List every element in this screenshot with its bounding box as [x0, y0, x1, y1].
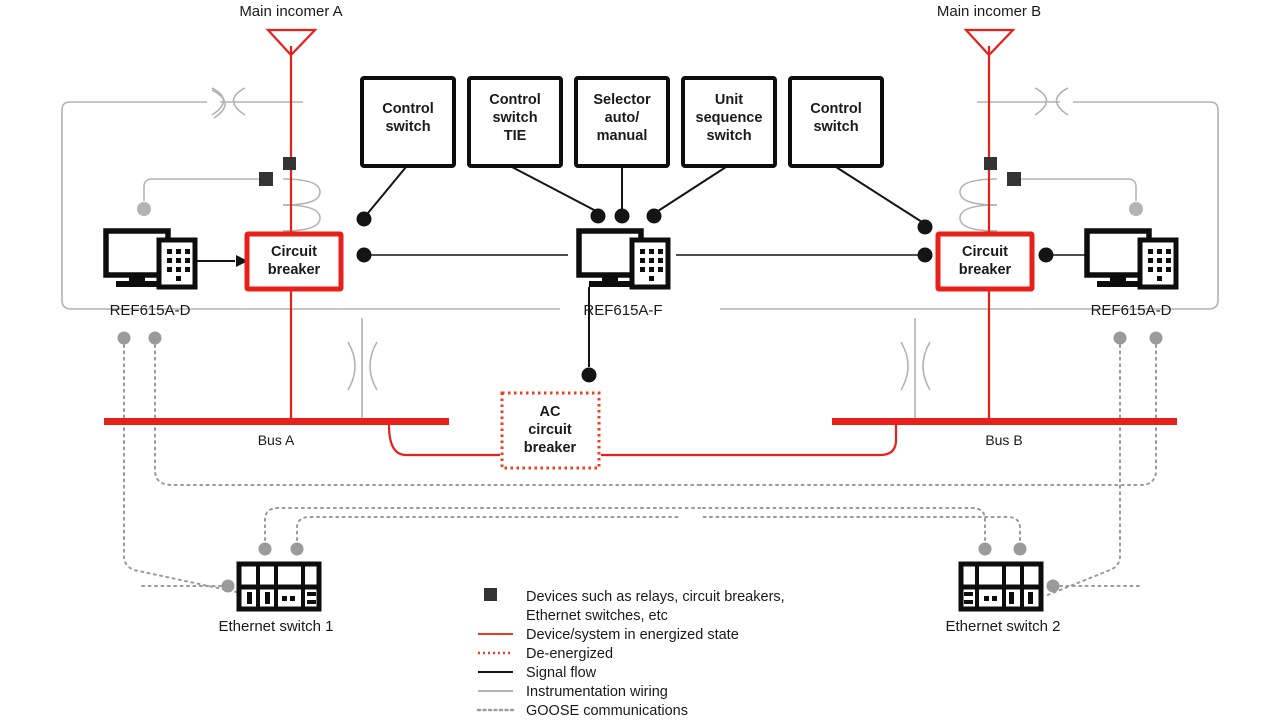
legend-item-text: Ethernet switches, etc — [526, 608, 668, 624]
ied-right[interactable]: REF615A-D — [1084, 228, 1179, 319]
switch-box-label-line: TIE — [504, 128, 527, 144]
relay-panel-icon — [1137, 237, 1179, 290]
ac-breaker-label-line: circuit — [528, 422, 572, 438]
goose-terminal-dot — [148, 331, 162, 345]
goose-communications — [117, 331, 1163, 597]
ac-circuit-breaker[interactable]: AC circuit breaker — [500, 391, 601, 470]
bus-b-bar — [832, 418, 1177, 425]
switch-box-control-switch-a[interactable]: Control switch — [360, 76, 456, 168]
signal-node-dot — [590, 208, 606, 224]
goose-terminal-dot — [1149, 331, 1163, 345]
bus-b-label: Bus B — [985, 432, 1022, 448]
switch-box-label-line: switch — [385, 119, 430, 135]
signal-node-dot — [356, 247, 372, 263]
circuit-breaker-label-line: breaker — [959, 262, 1012, 278]
circuit-breaker-label-line: breaker — [268, 262, 321, 278]
relay-panel-icon — [629, 237, 671, 290]
signal-node-dot — [1038, 247, 1054, 263]
relay-panel-icon — [156, 237, 198, 290]
ied-left[interactable]: REF615A-D — [103, 228, 198, 319]
ethernet-switch-label: Ethernet switch 1 — [218, 618, 333, 635]
ied-label: REF615A-F — [583, 302, 662, 319]
signal-node-dot — [917, 219, 933, 235]
legend-item-text: Signal flow — [526, 665, 597, 681]
switch-box-control-switch-tie[interactable]: Control switch TIE — [467, 76, 563, 168]
switch-box-label-line: switch — [492, 110, 537, 126]
switch-box-label-line: Unit — [715, 92, 743, 108]
switch-box-selector-auto-manual[interactable]: Selector auto/ manual — [574, 76, 670, 168]
goose-terminal-dot — [117, 331, 131, 345]
ethernet-switch-label: Ethernet switch 2 — [945, 618, 1060, 635]
bus-a-bar — [104, 418, 449, 425]
incomer-b-label: Main incomer B — [937, 3, 1041, 20]
switch-box-label-line: switch — [706, 128, 751, 144]
ied-label: REF615A-D — [110, 302, 191, 319]
signal-node-dot — [646, 208, 662, 224]
legend-item-text: GOOSE communications — [526, 703, 688, 719]
circuit-breaker-label-line: Circuit — [962, 244, 1008, 260]
circuit-breaker-a[interactable]: Circuit breaker — [244, 231, 344, 292]
device-marker-square — [283, 157, 296, 170]
ethernet-switch-1[interactable]: Ethernet switch 1 — [218, 561, 334, 635]
device-marker-square — [259, 172, 273, 186]
single-line-diagram: Control switch Control switch TIE Select… — [0, 0, 1280, 720]
switch-box-label-line: switch — [813, 119, 858, 135]
switch-box-label-line: auto/ — [605, 110, 640, 126]
switch-box-label-line: sequence — [696, 110, 763, 126]
signal-node-dot — [356, 211, 372, 227]
ied-label: REF615A-D — [1091, 302, 1172, 319]
instrumentation-terminal-dot — [1129, 202, 1143, 216]
goose-terminal-dot — [258, 542, 272, 556]
switch-box-label-line: manual — [597, 128, 648, 144]
ac-breaker-label-line: breaker — [524, 440, 577, 456]
switch-box-unit-sequence-switch[interactable]: Unit sequence switch — [681, 76, 777, 168]
legend-symbol-filled-square — [484, 588, 497, 601]
ethernet-switch-icon — [236, 561, 322, 612]
signal-node-dot — [917, 247, 933, 263]
goose-terminal-dot — [1046, 579, 1060, 593]
ied-center[interactable]: REF615A-F — [576, 228, 671, 319]
signal-node-dot — [581, 367, 597, 383]
circuit-breaker-b[interactable]: Circuit breaker — [935, 231, 1035, 292]
ac-breaker-label-line: AC — [540, 404, 561, 420]
device-marker-square — [984, 157, 997, 170]
switch-box-control-switch-b[interactable]: Control switch — [788, 76, 884, 168]
ethernet-switch-icon — [958, 561, 1044, 612]
legend-item-text: Instrumentation wiring — [526, 684, 668, 700]
legend-item-text: Devices such as relays, circuit breakers… — [526, 589, 785, 605]
legend-item-text: De-energized — [526, 646, 613, 662]
incomer-a-label: Main incomer A — [239, 3, 342, 20]
goose-terminal-dot — [978, 542, 992, 556]
instrumentation-terminal-dot — [137, 202, 151, 216]
switch-box-label-line: Selector — [593, 92, 651, 108]
bus-tie-energized-path — [387, 424, 898, 457]
goose-terminal-dot — [221, 579, 235, 593]
bus-a-label: Bus A — [258, 432, 295, 448]
signal-node-dot — [614, 208, 630, 224]
primary-circuit-a — [265, 28, 318, 421]
primary-circuit-b — [963, 28, 1016, 421]
goose-terminal-dot — [1013, 542, 1027, 556]
switch-box-label-line: Control — [382, 101, 434, 117]
device-marker-square — [1007, 172, 1021, 186]
goose-terminal-dot — [1113, 331, 1127, 345]
switch-box-label-line: Control — [489, 92, 541, 108]
ethernet-switch-2[interactable]: Ethernet switch 2 — [945, 561, 1061, 635]
legend-item-text: Device/system in energized state — [526, 627, 739, 643]
circuit-breaker-label-line: Circuit — [271, 244, 317, 260]
instrumentation-wiring-center — [347, 318, 931, 420]
legend: Devices such as relays, circuit breakers… — [476, 588, 785, 719]
switch-box-label-line: Control — [810, 101, 862, 117]
goose-terminal-dot — [290, 542, 304, 556]
